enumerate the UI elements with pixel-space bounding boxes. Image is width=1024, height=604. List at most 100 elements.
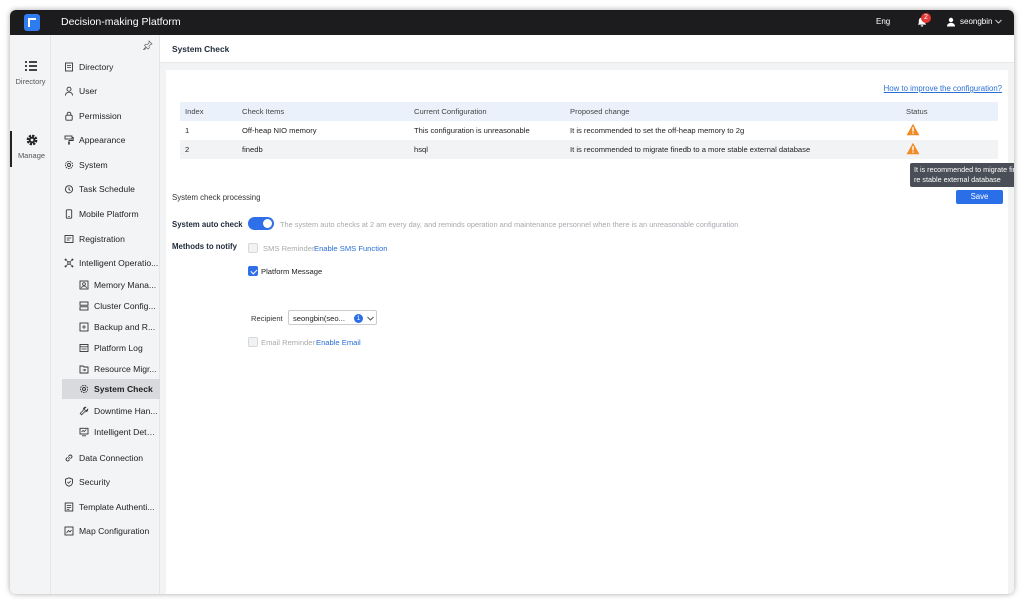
recipient-value: seongbin(seo... xyxy=(293,314,345,323)
nav-item-map-configuration[interactable]: Map Configuration xyxy=(51,521,160,541)
nav-item-label: Data Connection xyxy=(79,453,144,463)
nav-subitem-label: Platform Log xyxy=(94,343,143,353)
main-content: System Check How to improve the configur… xyxy=(160,35,1014,594)
nav-item-label: Security xyxy=(79,477,111,487)
notify-methods-label: Methods to notify xyxy=(172,242,237,251)
nav-item-label: Template Authenti... xyxy=(79,502,155,512)
nav-item-intelligent-operation[interactable]: Intelligent Operatio... xyxy=(51,253,160,273)
save-button[interactable]: Save xyxy=(956,190,1003,204)
nav-subitem-label: Downtime Han... xyxy=(94,406,158,416)
nav-subitem-label: System Check xyxy=(94,384,153,394)
recipient-select[interactable]: seongbin(seo... 1 xyxy=(288,310,377,325)
nav-subitem-intelligent-detection[interactable]: Intelligent Dete... xyxy=(51,422,160,442)
template-icon xyxy=(64,502,74,512)
nav-subitem-backup[interactable]: Backup and R... xyxy=(51,317,160,337)
chevron-down-icon[interactable] xyxy=(994,17,1003,26)
email-reminder-checkbox[interactable] xyxy=(248,337,258,347)
nav-item-permission[interactable]: Permission xyxy=(51,106,160,126)
cluster-icon xyxy=(79,301,89,311)
cell-index: 1 xyxy=(185,126,190,135)
backup-icon xyxy=(79,322,89,332)
nav-item-task-schedule[interactable]: Task Schedule xyxy=(51,179,160,199)
nav-item-label: Appearance xyxy=(79,135,126,145)
column-header-check-items: Check Items xyxy=(242,107,285,116)
recipient-count-badge: 1 xyxy=(354,314,363,323)
cell-check-item: Off-heap NIO memory xyxy=(242,126,317,135)
cell-current-configuration: This configuration is unreasonable xyxy=(414,126,530,135)
memory-icon xyxy=(79,280,89,290)
nav-subitem-platform-log[interactable]: Platform Log xyxy=(51,338,160,358)
shield-icon xyxy=(65,477,73,487)
chevron-down-icon xyxy=(367,316,374,321)
nav-item-label: Intelligent Operatio... xyxy=(79,258,159,268)
nav-item-label: Registration xyxy=(79,234,125,244)
nav-item-appearance[interactable]: Appearance xyxy=(51,130,160,150)
notification-badge: 2 xyxy=(921,13,931,23)
app-logo-icon[interactable] xyxy=(24,14,40,31)
enable-sms-link[interactable]: Enable SMS Function xyxy=(314,244,387,253)
nav-subitem-downtime-handling[interactable]: Downtime Han... xyxy=(51,401,160,421)
user-icon xyxy=(947,17,955,27)
nav-item-mobile-platform[interactable]: Mobile Platform xyxy=(51,204,160,224)
improve-configuration-link[interactable]: How to improve the configuration? xyxy=(884,84,1002,93)
check-results-card: How to improve the configuration? Index … xyxy=(166,70,1008,190)
nav-subitem-resource-migration[interactable]: Resource Migr... xyxy=(51,359,160,379)
nav-sidebar: Directory User Permission Appearance Sys… xyxy=(51,35,160,594)
gear-icon xyxy=(26,134,37,146)
cell-index: 2 xyxy=(185,145,190,154)
platform-message-checkbox[interactable] xyxy=(248,266,258,276)
auto-check-toggle[interactable] xyxy=(248,217,274,230)
rail-item-manage[interactable]: Manage xyxy=(10,131,51,167)
pin-icon[interactable] xyxy=(143,40,153,50)
user-menu[interactable]: seongbin xyxy=(960,17,992,26)
nav-item-label: System xyxy=(79,160,108,170)
lock-icon xyxy=(65,111,73,121)
gear-icon xyxy=(64,160,74,170)
log-icon xyxy=(79,344,89,352)
nav-item-security[interactable]: Security xyxy=(51,472,160,492)
nav-item-label: Directory xyxy=(79,62,114,72)
rail-item-directory[interactable]: Directory xyxy=(10,59,51,86)
check-table: Index Check Items Current Configuration … xyxy=(180,102,998,159)
book-icon xyxy=(65,62,73,72)
sms-reminder-label: SMS Reminder xyxy=(263,244,315,253)
rail-label: Manage xyxy=(17,151,46,160)
column-header-status: Status xyxy=(906,107,928,116)
user-icon xyxy=(65,86,73,96)
nav-item-registration[interactable]: Registration xyxy=(51,229,160,249)
app-title: Decision-making Platform xyxy=(61,16,181,28)
nav-subitem-label: Intelligent Dete... xyxy=(94,427,158,437)
page-title: System Check xyxy=(172,44,230,54)
monitor-icon xyxy=(79,427,89,437)
nav-item-system[interactable]: System xyxy=(51,155,160,175)
language-switch[interactable]: Eng xyxy=(876,17,890,26)
nav-item-directory[interactable]: Directory xyxy=(51,57,160,77)
nav-item-user[interactable]: User xyxy=(51,81,160,101)
column-header-proposed-change: Proposed change xyxy=(570,107,630,116)
migration-icon xyxy=(79,365,89,374)
warning-icon[interactable] xyxy=(906,142,920,155)
nav-subitem-cluster-config[interactable]: Cluster Config... xyxy=(51,296,160,316)
enable-email-link[interactable]: Enable Email xyxy=(316,338,361,347)
sms-reminder-checkbox[interactable] xyxy=(248,243,258,253)
warning-icon[interactable] xyxy=(906,123,920,136)
paint-icon xyxy=(64,135,74,145)
platform-message-label: Platform Message xyxy=(261,267,323,276)
mobile-icon xyxy=(65,209,73,219)
link-icon xyxy=(65,454,73,462)
module-rail: Directory Manage xyxy=(10,35,51,594)
wrench-icon xyxy=(79,406,89,416)
clock-icon xyxy=(64,185,74,194)
nav-subitem-memory-management[interactable]: Memory Mana... xyxy=(51,275,160,295)
table-header-row: Index Check Items Current Configuration … xyxy=(180,102,998,121)
nav-item-label: Task Schedule xyxy=(79,184,135,194)
nav-item-template-authentication[interactable]: Template Authenti... xyxy=(51,497,160,517)
column-header-index: Index xyxy=(185,107,204,116)
nav-subitem-label: Cluster Config... xyxy=(94,301,156,311)
list-icon xyxy=(24,61,37,71)
cell-current-configuration: hsql xyxy=(414,145,428,154)
table-row: 2 finedb hsql It is recommended to migra… xyxy=(180,140,998,159)
nav-subitem-system-check[interactable]: System Check xyxy=(62,379,160,399)
nav-item-data-connection[interactable]: Data Connection xyxy=(51,448,160,468)
gear-icon xyxy=(79,384,89,394)
